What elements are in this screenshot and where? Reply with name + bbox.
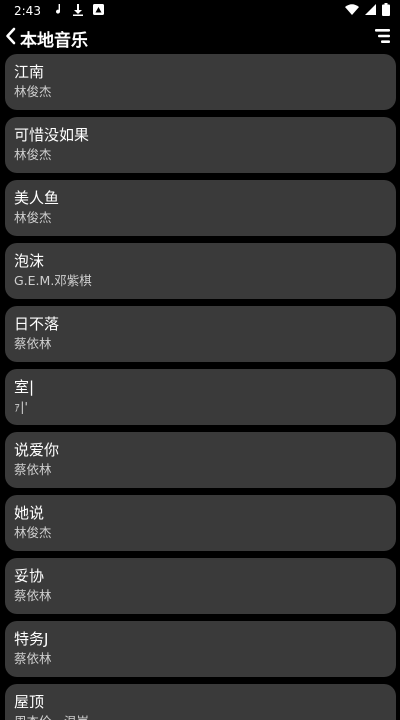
wifi-icon — [345, 4, 359, 18]
song-artist: 林俊杰 — [14, 210, 52, 225]
chevron-left-icon — [4, 27, 18, 49]
song-item[interactable]: 说爱你 蔡依林 — [5, 432, 396, 488]
song-item[interactable]: 室| ｧ|' — [5, 369, 396, 425]
song-title: 日不落 — [14, 315, 60, 333]
song-item[interactable]: 美人鱼 林俊杰 — [5, 180, 396, 236]
song-artist: 蔡依林 — [14, 336, 52, 351]
song-title: 特务J — [14, 630, 49, 648]
song-artist: 蔡依林 — [14, 462, 52, 477]
song-artist: 林俊杰 — [14, 84, 52, 99]
song-artist: 蔡依林 — [14, 588, 52, 603]
song-title: 泡沫 — [14, 252, 45, 270]
battery-icon — [382, 3, 390, 19]
song-artist: 林俊杰 — [14, 147, 52, 162]
song-title: 她说 — [14, 504, 45, 522]
download-icon — [72, 3, 83, 19]
page-title: 本地音乐 — [20, 30, 88, 51]
song-item[interactable]: 她说 林俊杰 — [5, 495, 396, 551]
back-button[interactable]: 本地音乐 — [4, 26, 88, 51]
song-item[interactable]: 妥协 蔡依林 — [5, 558, 396, 614]
song-title: 可惜没如果 — [14, 126, 90, 144]
song-item[interactable]: 日不落 蔡依林 — [5, 306, 396, 362]
sort-menu-icon[interactable] — [372, 28, 390, 48]
song-artist: 林俊杰 — [14, 525, 52, 540]
notification-box-icon — [92, 4, 104, 18]
song-item[interactable]: 可惜没如果 林俊杰 — [5, 117, 396, 173]
song-title: 妥协 — [14, 567, 45, 585]
song-item[interactable]: 屋顶周杰伦、温岚 — [5, 684, 396, 720]
song-item[interactable]: 特务J 蔡依林 — [5, 621, 396, 677]
status-time: 2:43 — [14, 4, 41, 18]
song-item[interactable]: 江南 林俊杰 — [5, 54, 396, 110]
song-title: 江南 — [14, 63, 45, 81]
title-bar: 本地音乐 — [0, 22, 400, 54]
signal-icon — [365, 4, 376, 18]
music-note-icon — [55, 4, 63, 18]
song-title: 室| — [14, 378, 35, 396]
song-artist: ｧ|' — [14, 399, 28, 414]
song-list: 江南 林俊杰 可惜没如果 林俊杰 美人鱼 林俊杰 泡沫 G.E.M.邓紫棋 日不落 蔡依林 室| ｧ|… — [0, 54, 400, 720]
song-title: 说爱你 — [14, 441, 60, 459]
song-artist: 周杰伦、温岚 — [14, 713, 396, 720]
song-artist: G.E.M.邓紫棋 — [14, 273, 92, 288]
song-artist: 蔡依林 — [14, 651, 52, 666]
song-item[interactable]: 泡沫 G.E.M.邓紫棋 — [5, 243, 396, 299]
song-title: 屋顶 — [14, 693, 45, 711]
status-bar: 2:43 — [0, 0, 400, 22]
song-title: 美人鱼 — [14, 189, 60, 207]
